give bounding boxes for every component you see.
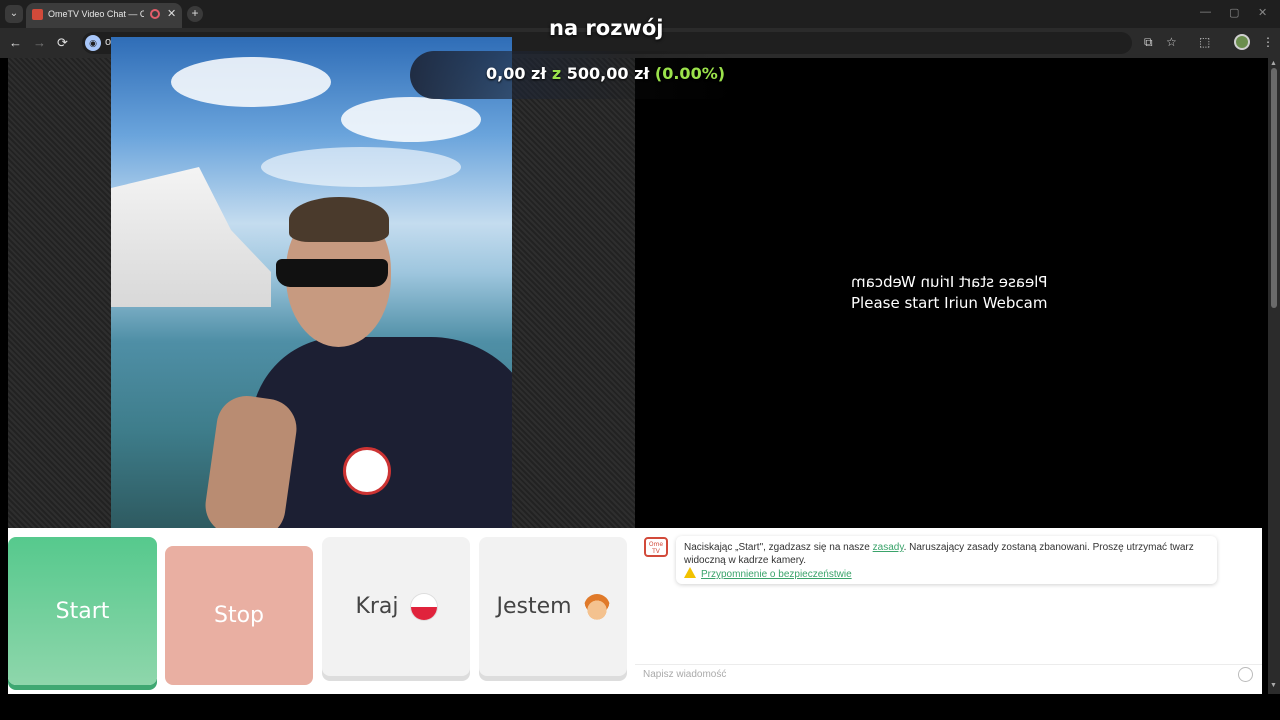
emoji-smile-icon[interactable] [1238,667,1253,682]
goal-target: 500,00 zł [566,64,650,83]
tab-close-icon[interactable]: ✕ [167,7,176,20]
stop-button[interactable]: Stop [165,546,313,685]
forward-icon[interactable]: → [33,35,46,50]
start-label: Start [55,598,110,624]
rules-notice-text: Naciskając „Start", zgadzasz się na nasz… [684,541,1204,567]
stop-label: Stop [213,603,264,628]
sunglasses-shape [276,259,388,287]
extensions-icon[interactable]: ⬚ [1199,35,1210,49]
rules-link[interactable]: zasady [873,542,904,553]
safety-reminder[interactable]: Przypomnienie o bezpieczeństwie [684,567,852,580]
maximize-icon[interactable]: ▢ [1229,6,1239,19]
cloud-shape [341,97,481,142]
tab-search-icon[interactable]: ⌄ [5,5,23,23]
minimize-icon[interactable]: — [1200,6,1211,18]
chat-input-placeholder: Napisz wiadomość [643,669,727,680]
country-button[interactable]: Kraj [322,537,470,676]
scroll-down-icon[interactable]: ▼ [1270,682,1277,689]
cast-icon[interactable]: ⧉ [1144,35,1153,50]
goal-separator: z [551,64,562,83]
flag-pl-icon [410,593,437,620]
shirt-logo-badge [343,447,391,495]
new-tab-button[interactable]: + [187,6,203,22]
remote-video-panel: Please start Iriun Webcam Please start I… [635,58,1262,528]
chat-message-input[interactable]: Napisz wiadomość [635,664,1262,686]
country-label: Kraj [355,594,399,619]
browser-menu-icon[interactable]: ⋮ [1262,35,1274,49]
recording-icon [150,9,160,19]
webcam-message: Please start Iriun Webcam Please start I… [851,272,1047,314]
profile-avatar[interactable] [1234,34,1250,50]
person-arm [201,392,301,528]
rules-notice: Naciskając „Start", zgadzasz się na nasz… [676,536,1217,584]
bookmark-star-icon[interactable]: ☆ [1166,35,1177,49]
boy-emoji-icon [583,593,610,620]
goal-percent: (0.00%) [654,64,726,83]
webcam-message-text: Please start Iriun Webcam [851,294,1048,312]
warning-icon [684,567,696,578]
cloud-shape [261,147,461,187]
site-info-icon[interactable]: ◉ [85,35,101,51]
notice-prefix: Naciskając „Start", zgadzasz się na nasz… [684,542,873,553]
close-window-icon[interactable]: ✕ [1258,6,1267,19]
gender-label: Jestem [496,594,572,619]
back-icon[interactable]: ← [9,35,22,50]
ometv-favicon-icon [32,9,43,20]
tab-title: OmeTV Video Chat — Ome [48,9,144,19]
control-buttons: Start Stop Kraj Jestem [8,528,635,694]
scroll-up-icon[interactable]: ▲ [1270,60,1277,67]
cloud-shape [171,57,331,107]
chat-panel: Ome TV Naciskając „Start", zgadzasz się … [635,528,1262,694]
reload-icon[interactable]: ⟳ [57,35,68,51]
start-button[interactable]: Start [8,537,157,685]
ometv-logo-icon: Ome TV [644,537,668,557]
page-scrollbar[interactable]: ▲ ▼ [1268,58,1280,694]
goal-title: na rozwój [549,16,664,40]
local-camera-image [111,37,512,528]
gender-button[interactable]: Jestem [479,537,627,676]
safety-link[interactable]: Przypomnienie o bezpieczeństwie [701,569,852,580]
scroll-thumb[interactable] [1271,68,1277,308]
goal-amount-text: 0,00 zł z 500,00 zł (0.00%) [486,64,725,83]
browser-tab[interactable]: OmeTV Video Chat — Ome ✕ [26,3,182,28]
yacht-shape [111,167,271,307]
person-hair [289,197,389,242]
webcam-message-mirrored: Please start Iriun Webcam [851,273,1048,291]
goal-current: 0,00 zł [486,64,547,83]
